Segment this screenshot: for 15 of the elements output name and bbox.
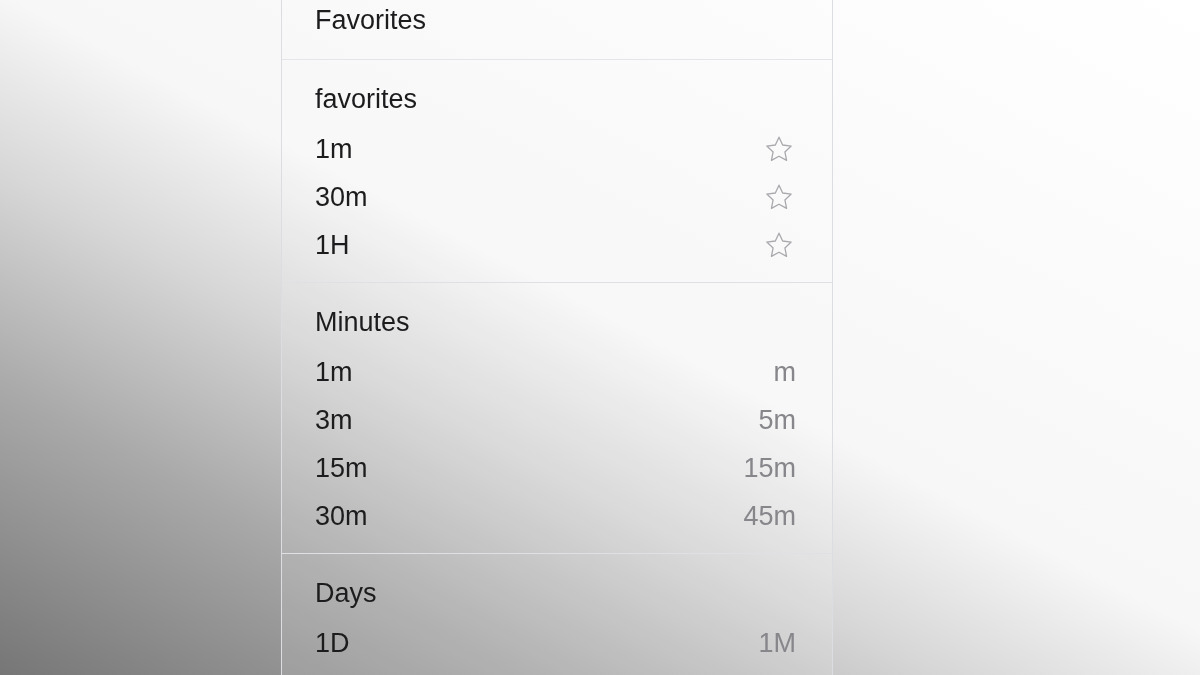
- interval-option[interactable]: 30m: [315, 501, 368, 531]
- interval-option[interactable]: 1m: [315, 357, 353, 387]
- section-title: Minutes: [315, 307, 411, 337]
- star-icon[interactable]: [766, 232, 792, 258]
- interval-option[interactable]: 1H: [315, 230, 350, 260]
- interval-option[interactable]: 1m: [315, 134, 353, 164]
- interval-option[interactable]: 1D: [315, 628, 350, 658]
- interval-option[interactable]: 3m: [315, 405, 353, 435]
- star-icon[interactable]: [766, 136, 792, 162]
- section-title: favorites: [315, 84, 419, 114]
- panel-title: Favorites: [315, 5, 428, 35]
- star-icon[interactable]: [766, 184, 792, 210]
- interval-option[interactable]: 15m: [315, 453, 368, 483]
- interval-option[interactable]: 30m: [315, 182, 368, 212]
- section-title: Days: [315, 578, 378, 608]
